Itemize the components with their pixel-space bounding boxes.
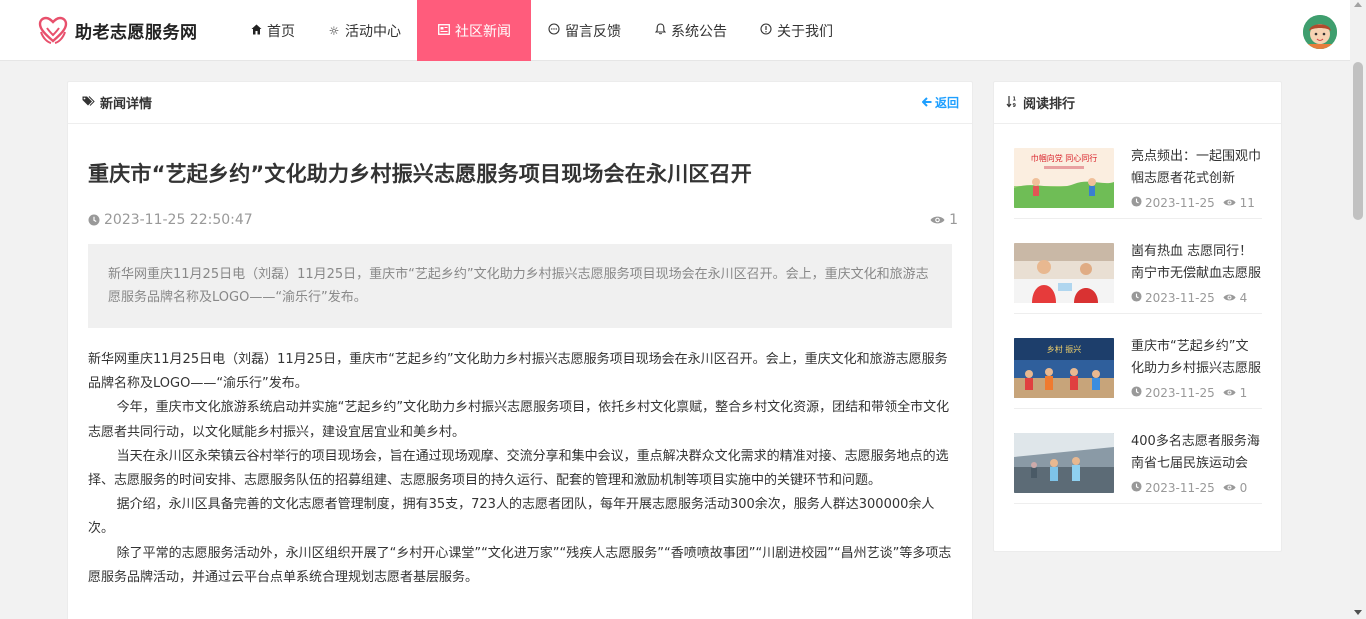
ranking-item-meta: 2023-11-25 0 [1131, 481, 1247, 495]
thumbnail-caption: 巾帼向党 同心同行 [1031, 153, 1098, 163]
eye-icon [1223, 389, 1236, 396]
ranking-item-date: 2023-11-25 [1145, 196, 1215, 210]
site-logo[interactable]: 助老志愿服务网 [37, 14, 198, 46]
eye-icon [1223, 294, 1236, 301]
ranking-item-view-count: 0 [1239, 481, 1248, 495]
article-paragraph: 今年，重庆市文化旅游系统启动并实施“艺起乡约”文化助力乡村振兴志愿服务项目，依托… [88, 400, 950, 440]
ranking-item-view-count: 1 [1239, 386, 1248, 400]
svg-text:1: 1 [1013, 96, 1017, 102]
nav-item-announcements[interactable]: 系统公告 [637, 0, 743, 61]
page-scrollbar[interactable] [1350, 0, 1366, 619]
nav-label-about: 关于我们 [777, 23, 833, 40]
nav-item-activities[interactable]: ☼ 活动中心 [311, 0, 417, 61]
ranking-thumbnail[interactable] [1014, 433, 1114, 493]
news-detail-heading: 新闻详情 [82, 93, 152, 112]
eye-icon [1223, 484, 1236, 491]
heart-hands-icon [38, 16, 68, 44]
article-body: 新华网重庆11月25日电（刘磊）11月25日，重庆市“艺起乡约”文化助力乡村振兴… [88, 348, 954, 590]
main-nav: 首页 ☼ 活动中心 社区新闻 留言反馈 系统公告 关于我们 [233, 0, 849, 61]
reading-ranking-card: 19 阅读排行 巾帼向党 同心同行 亮点频出：一起围观巾帼志愿者花式创新 202… [993, 81, 1282, 552]
ranking-item-view-count: 11 [1239, 196, 1255, 210]
nav-item-home[interactable]: 首页 [233, 0, 311, 61]
ranking-item-meta: 2023-11-25 11 [1131, 196, 1255, 210]
ranking-item-meta: 2023-11-25 1 [1131, 386, 1247, 400]
article-view-count: 1 [949, 212, 958, 228]
article-meta: 2023-11-25 22:50:47 1 [88, 212, 958, 228]
scroll-up-arrow-icon[interactable] [1354, 2, 1362, 7]
ranking-item-meta: 2023-11-25 4 [1131, 291, 1247, 305]
article-paragraph: 新华网重庆11月25日电（刘磊）11月25日，重庆市“艺起乡约”文化助力乡村振兴… [88, 352, 948, 392]
sort-numeric-icon: 19 [1006, 95, 1018, 111]
tags-icon [82, 95, 95, 110]
scroll-down-arrow-icon[interactable] [1354, 610, 1362, 615]
article-title: 重庆市“艺起乡约”文化助力乡村振兴志愿服务项目现场会在永川区召开 [88, 162, 753, 186]
bell-icon [653, 23, 667, 38]
article-paragraph: 据介绍，永川区具备完善的文化志愿者管理制度，拥有35支，723人的志愿者团队，每… [88, 497, 935, 537]
nav-item-about[interactable]: 关于我们 [743, 0, 849, 61]
site-name: 助老志愿服务网 [75, 22, 198, 43]
article-datetime: 2023-11-25 22:50:47 [104, 212, 253, 228]
clock-icon [1131, 386, 1142, 400]
ranking-item-date: 2023-11-25 [1145, 291, 1215, 305]
clock-icon [88, 214, 100, 226]
clock-icon [1131, 196, 1142, 210]
ranking-item[interactable]: 乡村 振兴 重庆市“艺起乡约”文化助力乡村振兴志愿服务 2023-11-25 1 [1014, 314, 1262, 409]
nav-item-news[interactable]: 社区新闻 [417, 0, 531, 61]
news-detail-title-label: 新闻详情 [100, 97, 153, 112]
thumbnail-caption: 乡村 振兴 [1047, 344, 1082, 354]
ranking-item-title[interactable]: 重庆市“艺起乡约”文化助力乡村振兴志愿服务 [1131, 336, 1261, 380]
ranking-item[interactable]: 崮有热血 志愿同行！南宁市无偿献血志愿服务 2023-11-25 4 [1014, 219, 1262, 314]
article-paragraph: 除了平常的志愿服务活动外，永川区组织开展了“乡村开心课堂”“文化进万家”“残疾人… [88, 545, 952, 585]
ranking-item-view-count: 4 [1239, 291, 1248, 305]
nav-label-activities: 活动中心 [345, 23, 401, 40]
scrollbar-thumb[interactable] [1353, 62, 1363, 220]
back-link[interactable]: 返回 [921, 94, 959, 111]
back-link-label: 返回 [934, 96, 959, 110]
ranking-item-title[interactable]: 400多名志愿者服务海南省七届民族运动会 [1131, 431, 1261, 475]
ranking-thumbnail[interactable]: 巾帼向党 同心同行 [1014, 148, 1114, 208]
clock-icon [1131, 291, 1142, 305]
nav-label-home: 首页 [267, 23, 295, 40]
nav-label-feedback: 留言反馈 [565, 23, 621, 40]
eye-icon [1223, 199, 1236, 206]
ranking-thumbnail[interactable] [1014, 243, 1114, 303]
article-summary: 新华网重庆11月25日电（刘磊）11月25日，重庆市“艺起乡约”文化助力乡村振兴… [88, 244, 952, 328]
ranking-item-views: 4 [1223, 291, 1247, 305]
news-detail-card: 新闻详情 返回 重庆市“艺起乡约”文化助力乡村振兴志愿服务项目现场会在永川区召开… [67, 81, 973, 619]
ranking-item-date: 2023-11-25 [1145, 386, 1215, 400]
ranking-item-views: 0 [1223, 481, 1247, 495]
info-icon [759, 23, 773, 38]
newspaper-icon [437, 23, 451, 38]
nav-label-news: 社区新闻 [455, 23, 511, 40]
ranking-thumbnail[interactable]: 乡村 振兴 [1014, 338, 1114, 398]
article-date: 2023-11-25 22:50:47 [88, 212, 253, 228]
chat-icon [547, 23, 561, 38]
ranking-item-title[interactable]: 亮点频出：一起围观巾帼志愿者花式创新 [1131, 146, 1261, 190]
news-detail-header: 新闻详情 返回 [68, 82, 972, 124]
nav-item-feedback[interactable]: 留言反馈 [531, 0, 637, 61]
article-views: 1 [930, 212, 958, 228]
ranking-item-date: 2023-11-25 [1145, 481, 1215, 495]
sun-icon: ☼ [328, 23, 340, 38]
home-icon [249, 24, 263, 38]
user-avatar[interactable] [1303, 15, 1337, 49]
eye-icon [930, 215, 945, 225]
reading-ranking-header: 19 阅读排行 [994, 82, 1281, 124]
article-paragraph: 当天在永川区永荣镇云谷村举行的项目现场会，旨在通过现场观摩、交流分享和集中会议，… [88, 448, 949, 489]
ranking-item[interactable]: 400多名志愿者服务海南省七届民族运动会 2023-11-25 0 [1014, 409, 1262, 504]
clock-icon [1131, 481, 1142, 495]
arrow-left-icon [921, 96, 932, 110]
ranking-item-views: 1 [1223, 386, 1247, 400]
top-header: 助老志愿服务网 首页 ☼ 活动中心 社区新闻 留言反馈 系统公告 关于我们 [0, 0, 1350, 61]
svg-text:9: 9 [1013, 103, 1017, 108]
ranking-item-views: 11 [1223, 196, 1255, 210]
nav-label-announcements: 系统公告 [671, 23, 727, 40]
reading-ranking-title: 阅读排行 [1023, 97, 1076, 112]
ranking-item[interactable]: 巾帼向党 同心同行 亮点频出：一起围观巾帼志愿者花式创新 2023-11-25 … [1014, 124, 1262, 219]
ranking-item-title[interactable]: 崮有热血 志愿同行！南宁市无偿献血志愿服务 [1131, 241, 1261, 285]
